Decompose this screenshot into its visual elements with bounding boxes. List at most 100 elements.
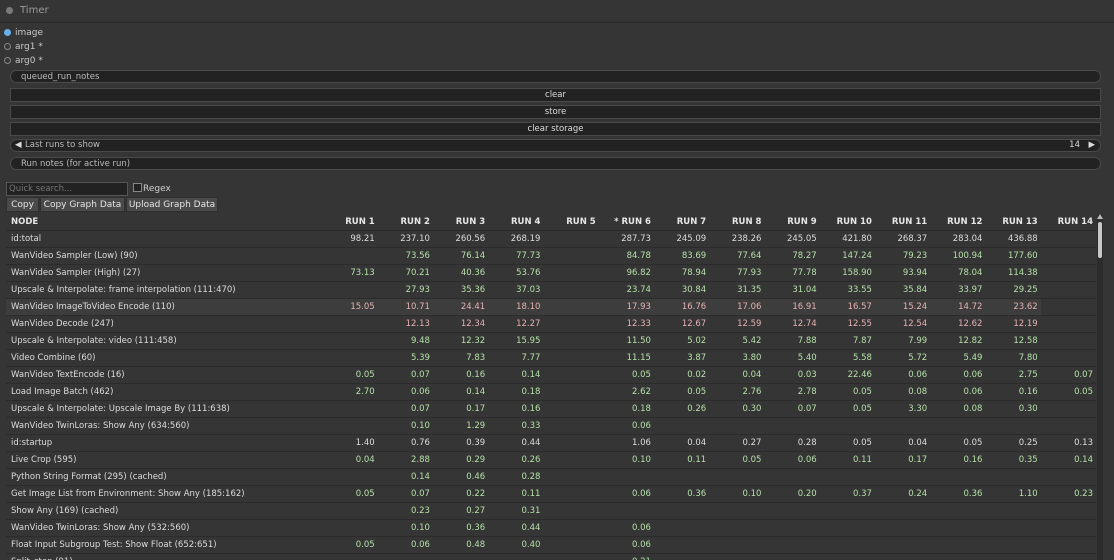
run-time-cell (820, 537, 875, 554)
run-time-cell (543, 350, 598, 367)
copy-button[interactable]: Copy (6, 197, 39, 212)
queued-run-notes-field[interactable]: queued_run_notes (10, 70, 1101, 83)
field-label: queued_run_notes (21, 72, 100, 82)
run-time-cell: 0.05 (963, 438, 983, 448)
run-time-cell: 0.36 (963, 489, 983, 499)
run-time-cell: 0.05 (853, 438, 872, 448)
run-time-cell: 0.16 (963, 455, 983, 465)
table-row[interactable]: Get Image List from Environment: Show An… (6, 485, 1096, 503)
table-row[interactable]: WanVideo ImageToVideo Encode (110) 15.05 1… (6, 298, 1096, 316)
table-row[interactable]: Float Input Subgroup Test: Show Float (6… (6, 536, 1096, 554)
table-row[interactable]: Python String Format (295) (cached) 0.14 0… (6, 468, 1096, 486)
table-row[interactable]: Load Image Batch (462) 2.70 0.06 0.14 0.18 2.… (6, 383, 1096, 401)
table-row[interactable]: Live Crop (595) 0.04 2.88 0.29 0.26 0.10 0.11 0… (6, 451, 1096, 469)
last-runs-stepper[interactable]: ◀ Last runs to show 14 ▶ (10, 139, 1101, 152)
slot-label: image (15, 28, 44, 38)
table-row[interactable]: WanVideo TwinLoras: Show Any (532:560) 0.… (6, 519, 1096, 537)
column-header-run[interactable]: RUN 14 (1041, 214, 1096, 231)
table-row[interactable]: WanVideo TextEncode (16) 0.05 0.07 0.16 0.14… (6, 366, 1096, 384)
run-time-cell: 0.05 (355, 489, 375, 499)
upload-graph-data-button[interactable]: Upload Graph Data (126, 197, 218, 212)
table-row[interactable]: id:startup 1.40 0.76 0.39 0.44 1.06 0.04 0.27 0.… (6, 434, 1096, 452)
run-time-cell: 2.75 (1018, 370, 1038, 380)
run-time-cell: 0.07 (411, 370, 430, 380)
column-header-run[interactable]: RUN 10 (820, 214, 875, 231)
column-header-run[interactable]: RUN 3 (433, 214, 488, 231)
slot-arg0[interactable]: arg0 * (4, 56, 43, 66)
run-time-cell (277, 248, 377, 265)
run-time-cell: 0.21 (599, 554, 654, 560)
run-time-cell: 0.05 (355, 540, 375, 550)
column-header-run[interactable]: * RUN 6 (599, 214, 654, 231)
run-time-cell: 24.41 (460, 302, 486, 312)
run-time-cell: 15.24 (902, 302, 928, 312)
store-button[interactable]: store (10, 105, 1101, 119)
clear-storage-button[interactable]: clear storage (10, 122, 1101, 136)
table-row[interactable]: Upscale & Interpolate: frame interpolati… (6, 281, 1096, 299)
decrement-arrow-icon[interactable]: ◀ (15, 140, 22, 151)
run-time-cell: 33.55 (847, 285, 872, 295)
quick-search-input[interactable] (6, 182, 128, 196)
column-header-run[interactable]: RUN 13 (985, 214, 1040, 231)
column-header-node[interactable]: NODE (6, 214, 277, 231)
scrollbar-thumb[interactable] (1098, 222, 1102, 258)
table-row[interactable]: Upscale & Interpolate: Upscale Image By … (6, 400, 1096, 418)
run-time-cell (1040, 349, 1096, 367)
table-row[interactable]: WanVideo Decode (247) 12.13 12.34 12.27 12.3… (6, 315, 1096, 333)
table-row[interactable]: Split_step (91) 0.21 (6, 553, 1096, 560)
column-header-run[interactable]: RUN 4 (488, 214, 543, 231)
table-row[interactable]: WanVideo TwinLoras: Show Any (634:560) 0.… (6, 417, 1096, 435)
node-name-cell: Get Image List from Environment: Show An… (11, 489, 245, 499)
table-scrollbar[interactable] (1097, 214, 1103, 560)
increment-arrow-icon[interactable]: ▶ (1088, 140, 1095, 151)
run-notes-field[interactable]: Run notes (for active run) (10, 157, 1101, 170)
copy-graph-data-button[interactable]: Copy Graph Data (40, 197, 125, 212)
slot-image[interactable]: image (4, 28, 43, 38)
table-row[interactable]: WanVideo Sampler (Low) (90) 73.56 76.14 77.… (6, 247, 1096, 265)
run-time-cell: 5.72 (908, 353, 928, 363)
column-header-run[interactable]: RUN 2 (378, 214, 433, 231)
table-row[interactable]: Show Any (169) (cached) 0.23 0.27 0.31 (6, 502, 1096, 520)
run-time-cell (764, 520, 819, 537)
run-time-cell: 7.87 (853, 336, 872, 346)
table-row[interactable]: Upscale & Interpolate: video (111:458) 9.… (6, 332, 1096, 350)
column-header-run[interactable]: RUN 8 (709, 214, 764, 231)
run-time-cell: 0.18 (521, 387, 541, 397)
run-time-cell: 12.34 (460, 319, 486, 329)
table-row[interactable]: WanVideo Sampler (High) (27) 73.13 70.21 40… (6, 264, 1096, 282)
node-titlebar[interactable]: Timer (0, 0, 1114, 22)
run-time-cell: 5.02 (687, 336, 707, 346)
node-name-cell: id:total (11, 234, 42, 244)
column-header-run[interactable]: RUN 5 (543, 214, 598, 231)
run-time-cell (764, 503, 819, 520)
run-time-cell (599, 503, 654, 520)
run-time-cell (543, 248, 598, 265)
slot-arg1[interactable]: arg1 * (4, 42, 43, 52)
column-header-run[interactable]: RUN 1 (277, 214, 377, 231)
column-header-run[interactable]: RUN 9 (764, 214, 819, 231)
run-time-cell: 16.91 (792, 302, 817, 312)
run-time-cell: 0.05 (853, 387, 872, 397)
run-time-cell: 287.73 (621, 234, 651, 244)
run-time-cell (277, 350, 377, 367)
collapse-dot-icon[interactable] (6, 7, 13, 14)
run-time-cell: 147.24 (842, 251, 872, 261)
run-time-cell (543, 316, 598, 333)
column-header-run[interactable]: RUN 7 (654, 214, 709, 231)
column-header-run[interactable]: RUN 12 (930, 214, 985, 231)
run-time-cell (654, 503, 709, 520)
run-time-cell: 0.04 (908, 438, 928, 448)
clear-button[interactable]: clear (10, 88, 1101, 102)
run-time-cell (1040, 536, 1096, 554)
column-header-run[interactable]: RUN 11 (875, 214, 930, 231)
table-row[interactable]: Video Combine (60) 5.39 7.83 7.77 11.15 3.87 3… (6, 349, 1096, 367)
run-time-cell: 30.84 (681, 285, 707, 295)
run-time-cell: 0.08 (908, 387, 928, 397)
run-time-cell: 0.28 (797, 438, 817, 448)
run-time-cell: 0.10 (742, 489, 762, 499)
run-time-cell: 0.05 (355, 370, 375, 380)
run-time-cell: 0.11 (687, 455, 707, 465)
table-row[interactable]: id:total 98.21 237.10 260.56 268.19 287.73 245… (6, 230, 1096, 248)
regex-checkbox[interactable] (133, 183, 142, 192)
scroll-up-arrow-icon[interactable] (1097, 214, 1103, 219)
